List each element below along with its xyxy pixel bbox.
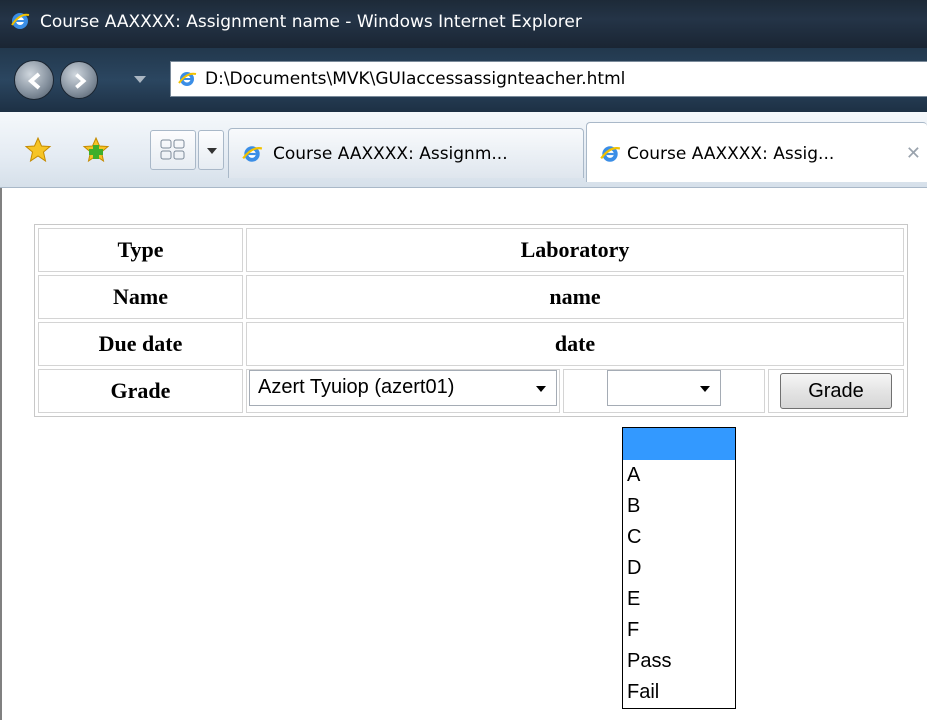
back-arrow-icon xyxy=(27,72,41,90)
grade-option-b[interactable]: B xyxy=(623,491,735,522)
add-favorites-icon[interactable] xyxy=(82,136,110,164)
due-date-label: Due date xyxy=(38,322,243,366)
forward-arrow-icon xyxy=(75,73,87,89)
chevron-down-icon xyxy=(536,386,546,392)
grade-button-cell: Grade xyxy=(768,369,904,413)
favorites-star-icon[interactable] xyxy=(24,136,52,164)
tab-label: Course AAXXXX: Assignm... xyxy=(273,144,508,164)
student-select-value: Azert Tyuiop (azert01) xyxy=(258,376,455,398)
grade-option-d[interactable]: D xyxy=(623,553,735,584)
ie-tab-icon xyxy=(600,146,621,162)
tab-course-2[interactable]: Course AAXXXX: Assig... ✕ xyxy=(586,122,927,182)
table-row: Type Laboratory xyxy=(38,228,904,272)
table-row: Due date date xyxy=(38,322,904,366)
grade-option-a[interactable]: A xyxy=(623,460,735,491)
grade-select[interactable] xyxy=(607,370,721,406)
name-value: name xyxy=(246,275,904,319)
page-content: Type Laboratory Name name Due date date … xyxy=(0,188,927,720)
forward-button[interactable] xyxy=(60,61,98,99)
quick-tabs-button[interactable] xyxy=(150,130,196,170)
student-cell: Azert Tyuiop (azert01) xyxy=(246,369,560,413)
title-bar: Course AAXXXX: Assignment name - Windows… xyxy=(0,0,927,48)
due-date-value: date xyxy=(246,322,904,366)
grade-option-blank[interactable] xyxy=(623,428,735,460)
assignment-table: Type Laboratory Name name Due date date … xyxy=(34,224,908,417)
back-button[interactable] xyxy=(14,60,54,100)
internet-explorer-icon xyxy=(11,13,30,29)
chevron-down-icon xyxy=(700,386,710,392)
navigation-bar: D:\Documents\MVK\GUIaccessassignteacher.… xyxy=(0,48,927,112)
recent-pages-dropdown[interactable] xyxy=(134,76,146,83)
ie-page-icon xyxy=(178,72,197,86)
name-label: Name xyxy=(38,275,243,319)
table-row: Name name xyxy=(38,275,904,319)
quick-tabs-grid-icon xyxy=(160,139,185,160)
close-tab-icon[interactable]: ✕ xyxy=(906,143,921,164)
tab-label: Course AAXXXX: Assig... xyxy=(627,144,835,164)
grade-label: Grade xyxy=(38,369,243,413)
grade-option-e[interactable]: E xyxy=(623,584,735,615)
address-url: D:\Documents\MVK\GUIaccessassignteacher.… xyxy=(205,69,626,89)
tab-course-1[interactable]: Course AAXXXX: Assignm... xyxy=(228,128,584,178)
ie-tab-icon xyxy=(242,146,263,162)
type-label: Type xyxy=(38,228,243,272)
address-bar[interactable]: D:\Documents\MVK\GUIaccessassignteacher.… xyxy=(170,61,927,97)
grade-select-cell xyxy=(563,369,765,413)
grade-options-list: A B C D E F Pass Fail xyxy=(622,427,736,709)
window-title: Course AAXXXX: Assignment name - Windows… xyxy=(40,12,582,32)
table-row: Grade Azert Tyuiop (azert01) Grade xyxy=(38,369,904,413)
grade-option-f[interactable]: F xyxy=(623,615,735,646)
grade-option-pass[interactable]: Pass xyxy=(623,646,735,677)
tab-bar: Course AAXXXX: Assignm... Course AAXXXX:… xyxy=(0,112,927,188)
grade-button[interactable]: Grade xyxy=(780,373,892,409)
student-select[interactable]: Azert Tyuiop (azert01) xyxy=(249,370,557,406)
tab-list-dropdown[interactable] xyxy=(198,130,224,170)
type-value: Laboratory xyxy=(246,228,904,272)
grade-option-fail[interactable]: Fail xyxy=(623,677,735,708)
grade-option-c[interactable]: C xyxy=(623,522,735,553)
